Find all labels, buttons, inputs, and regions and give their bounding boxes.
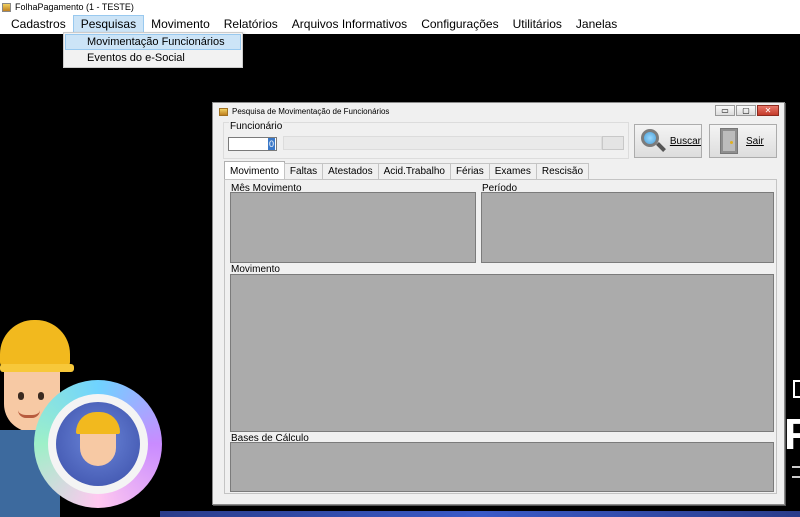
window-title: Pesquisa de Movimentação de Funcionários xyxy=(232,107,390,116)
menu-bar: Cadastros Pesquisas Movimento Relatórios… xyxy=(0,14,800,34)
tab-exames[interactable]: Exames xyxy=(488,163,537,179)
funcionario-name-field xyxy=(283,136,602,150)
funcionario-lookup-button[interactable] xyxy=(602,136,624,150)
funcionario-group: Funcionário 0 xyxy=(223,121,629,159)
mes-movimento-grid[interactable] xyxy=(230,192,476,263)
tab-atestados[interactable]: Atestados xyxy=(322,163,379,179)
desktop-art-letter: F xyxy=(784,410,800,459)
search-movimentacao-window: Pesquisa de Movimentação de Funcionários… xyxy=(212,102,785,505)
desktop-art-fragment xyxy=(793,380,800,398)
tab-faltas[interactable]: Faltas xyxy=(283,163,324,179)
menu-item-movimentacao-funcionarios[interactable]: Movimentação Funcionários xyxy=(65,34,241,50)
bases-calculo-grid[interactable] xyxy=(230,442,774,492)
worker-helmet-art xyxy=(0,320,70,368)
minimize-icon[interactable]: ▭ xyxy=(715,105,735,116)
maximize-icon[interactable]: ▢ xyxy=(736,105,756,116)
menu-pesquisas[interactable]: Pesquisas xyxy=(72,15,145,33)
tab-rescisao[interactable]: Rescisão xyxy=(535,163,590,179)
menu-cadastros[interactable]: Cadastros xyxy=(4,15,73,33)
tab-page-movimento: Mês Movimento Período Movimento Bases de… xyxy=(224,179,777,494)
menu-utilitarios[interactable]: Utilitários xyxy=(506,15,569,33)
app-title-bar: FolhaPagamento (1 - TESTE) xyxy=(0,0,800,14)
window-icon xyxy=(219,107,228,116)
window-title-bar[interactable]: Pesquisa de Movimentação de Funcionários… xyxy=(213,103,784,120)
menu-arquivos-informativos[interactable]: Arquivos Informativos xyxy=(285,15,414,33)
menu-relatorios[interactable]: Relatórios xyxy=(217,15,285,33)
app-icon xyxy=(2,2,11,12)
pesquisas-dropdown: Movimentação Funcionários Eventos do e-S… xyxy=(63,32,243,68)
sair-label: Sair xyxy=(746,135,764,147)
periodo-grid[interactable] xyxy=(481,192,774,263)
buscar-button[interactable]: Buscar xyxy=(634,124,702,158)
funcionario-label: Funcionário xyxy=(229,121,284,132)
tab-strip: Movimento Faltas Atestados Acid.Trabalho… xyxy=(224,161,590,180)
tab-ferias[interactable]: Férias xyxy=(449,163,490,179)
desktop-bottom-band xyxy=(160,511,800,517)
menu-configuracoes[interactable]: Configurações xyxy=(414,15,505,33)
buscar-label: Buscar xyxy=(669,135,701,147)
tab-acid-trabalho[interactable]: Acid.Trabalho xyxy=(377,163,451,179)
menu-janelas[interactable]: Janelas xyxy=(569,15,624,33)
funcionario-code-input[interactable]: 0 xyxy=(228,137,277,151)
search-magnifier-icon xyxy=(639,127,666,155)
menu-movimento[interactable]: Movimento xyxy=(144,15,217,33)
exit-door-icon xyxy=(720,128,738,154)
desktop-background-illustration xyxy=(0,320,220,517)
tab-movimento[interactable]: Movimento xyxy=(224,161,285,179)
app-title: FolhaPagamento (1 - TESTE) xyxy=(15,2,134,12)
menu-item-eventos-esocial[interactable]: Eventos do e-Social xyxy=(65,50,241,66)
sair-button[interactable]: Sair xyxy=(709,124,777,158)
close-icon[interactable]: ✕ xyxy=(757,105,779,116)
movimento-grid[interactable] xyxy=(230,274,774,432)
